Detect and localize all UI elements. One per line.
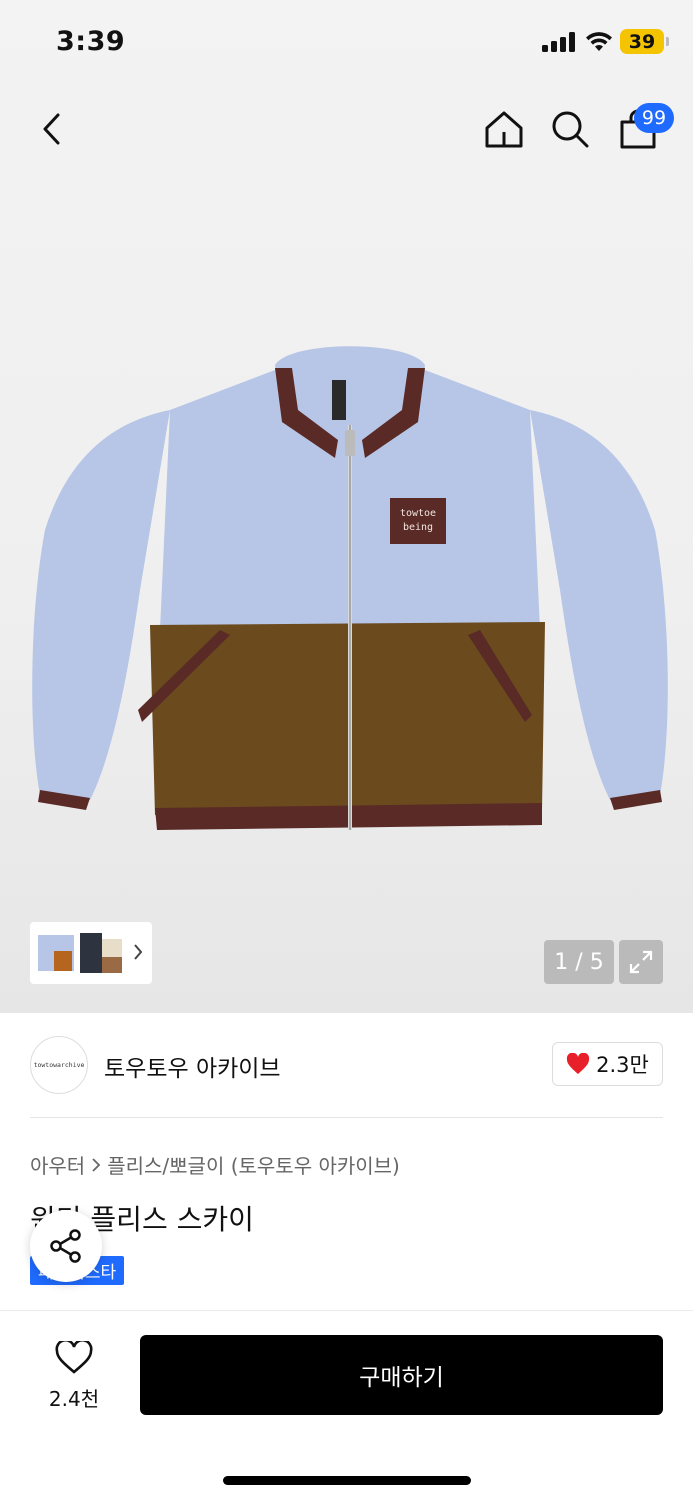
thumbnail-images bbox=[38, 933, 122, 973]
patch-text-2: being bbox=[403, 522, 433, 533]
brand-like-button[interactable]: 2.3만 bbox=[552, 1042, 663, 1086]
status-time: 3:39 bbox=[56, 26, 126, 57]
buy-button[interactable]: 구매하기 bbox=[140, 1335, 663, 1415]
product-image-area[interactable]: 3:39 39 99 towtoe being 1 / 5 bbox=[0, 0, 693, 1013]
search-icon bbox=[552, 111, 589, 148]
battery-indicator: 39 bbox=[620, 29, 664, 54]
heart-outline-icon bbox=[55, 1338, 93, 1374]
color-thumbnails[interactable] bbox=[30, 922, 152, 984]
top-navigation bbox=[0, 90, 693, 170]
patch-text-1: towtoe bbox=[400, 508, 436, 519]
back-button[interactable] bbox=[26, 103, 78, 155]
wishlist-button[interactable]: 2.4천 bbox=[34, 1338, 114, 1412]
brand-name[interactable]: 토우토우 아카이브 bbox=[104, 1049, 281, 1083]
chevron-right-icon bbox=[134, 944, 143, 960]
fullscreen-button[interactable] bbox=[619, 940, 663, 984]
breadcrumb: 아우터 플리스/뽀글이 (토우토우 아카이브) bbox=[30, 1150, 400, 1179]
chevron-right-icon bbox=[92, 1157, 101, 1172]
divider bbox=[30, 1117, 663, 1118]
right-sleeve bbox=[530, 410, 668, 800]
search-button[interactable] bbox=[544, 103, 596, 155]
wifi-icon bbox=[586, 32, 612, 51]
brand-logo[interactable]: towtowarchive bbox=[30, 1036, 88, 1094]
cart-count-badge: 99 bbox=[634, 103, 674, 133]
brand-row[interactable]: towtowarchive 토우토우 아카이브 2.3만 bbox=[30, 1036, 663, 1096]
wishlist-count: 2.4천 bbox=[48, 1387, 100, 1411]
breadcrumb-category[interactable]: 아우터 bbox=[30, 1150, 85, 1179]
bottom-action-bar: 2.4천 구매하기 bbox=[0, 1310, 693, 1500]
cellular-signal-icon bbox=[542, 32, 576, 52]
product-photo: towtoe being bbox=[32, 346, 668, 830]
share-button[interactable] bbox=[30, 1210, 102, 1282]
home-indicator bbox=[223, 1476, 471, 1485]
expand-icon bbox=[629, 950, 653, 974]
home-icon bbox=[485, 111, 523, 148]
breadcrumb-subcategory[interactable]: 플리스/뽀글이 (토우토우 아카이브) bbox=[107, 1150, 400, 1179]
share-icon bbox=[50, 1229, 81, 1263]
image-counter: 1 / 5 bbox=[544, 940, 614, 984]
battery-tip bbox=[666, 37, 669, 46]
heart-filled-icon bbox=[567, 1053, 590, 1074]
brand-like-count: 2.3만 bbox=[596, 1053, 649, 1077]
chevron-left-icon bbox=[43, 113, 60, 145]
left-sleeve bbox=[32, 410, 170, 800]
home-button[interactable] bbox=[478, 103, 530, 155]
status-bar: 3:39 39 bbox=[0, 0, 693, 86]
